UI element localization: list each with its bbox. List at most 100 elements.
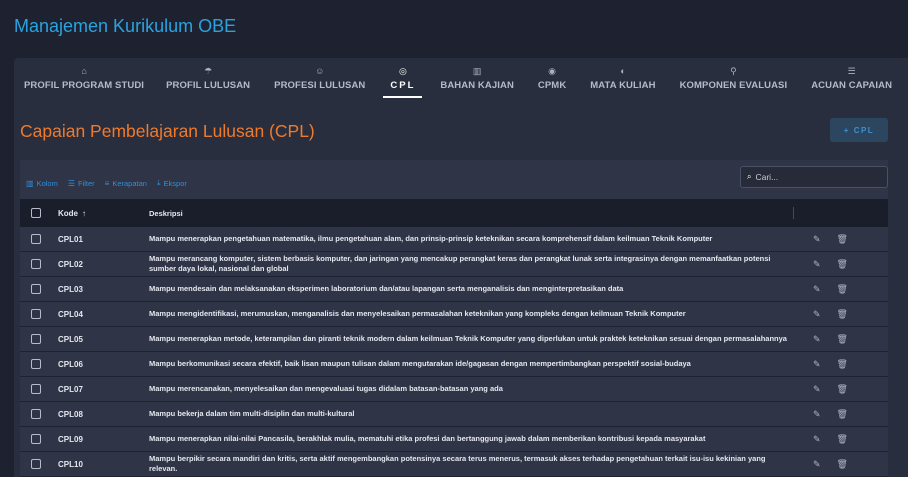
row-checkbox[interactable] — [31, 384, 41, 394]
cell-desc: Mampu menerapkan nilai-nilai Pancasila, … — [149, 434, 706, 443]
edit-icon[interactable]: ✎ — [813, 384, 821, 395]
table-row[interactable]: CPL10 Mampu berpikir secara mandiri dan k… — [20, 452, 888, 477]
row-checkbox[interactable] — [31, 409, 41, 419]
table-row[interactable]: CPL06 Mampu berkomunikasi secara efektif,… — [20, 352, 888, 377]
tab-bahan-kajian[interactable]: ▥ BAHAN KAJIAN — [428, 58, 526, 98]
tab-label: PROFESI LULUSAN — [274, 80, 366, 91]
delete-icon[interactable]: 🗑︎ — [837, 334, 848, 345]
crosshair-icon: ◉ — [548, 66, 557, 76]
edit-icon[interactable]: ✎ — [813, 409, 821, 420]
filter-button[interactable]: ☰ Filter — [68, 179, 95, 188]
edit-icon[interactable]: ✎ — [813, 234, 821, 245]
row-checkbox[interactable] — [31, 309, 41, 319]
row-checkbox[interactable] — [31, 359, 41, 369]
cell-desc: Mampu menerapkan pengetahuan matematika,… — [149, 234, 713, 243]
row-actions: ✎ 🗑︎ — [799, 409, 888, 420]
table-row[interactable]: CPL09 Mampu menerapkan nilai-nilai Pancas… — [20, 427, 888, 452]
tab-profil-lulusan[interactable]: ☂ PROFIL LULUSAN — [154, 58, 262, 98]
delete-icon[interactable]: 🗑︎ — [837, 309, 848, 320]
tab-komponen-evaluasi[interactable]: ⚲ KOMPONEN EVALUASI — [668, 58, 800, 98]
export-label: Ekspor — [163, 178, 187, 188]
delete-icon[interactable]: 🗑︎ — [837, 359, 848, 370]
edit-icon[interactable]: ✎ — [813, 309, 821, 320]
row-actions: ✎ 🗑︎ — [799, 284, 888, 295]
cell-desc: Mampu merencanakan, menyelesaikan dan me… — [149, 384, 503, 393]
cell-desc: Mampu mengidentifikasi, merumuskan, meng… — [149, 309, 686, 318]
tab-mata-kuliah[interactable]: ◐ MATA KULIAH — [578, 58, 667, 98]
row-actions: ✎ 🗑︎ — [799, 359, 888, 370]
search-box[interactable]: ⌕ — [740, 166, 888, 188]
edit-icon[interactable]: ✎ — [813, 334, 821, 345]
delete-icon[interactable]: 🗑︎ — [837, 234, 848, 245]
row-checkbox[interactable] — [31, 334, 41, 344]
edit-icon[interactable]: ✎ — [813, 459, 821, 470]
worker-icon: ☺ — [315, 66, 325, 76]
column-header-code[interactable]: Kode ↑ — [58, 209, 149, 218]
delete-icon[interactable]: 🗑︎ — [837, 259, 848, 270]
table-row[interactable]: CPL02 Mampu merancang komputer, sistem be… — [20, 252, 888, 277]
delete-icon[interactable]: 🗑︎ — [837, 409, 848, 420]
row-checkbox[interactable] — [31, 259, 41, 269]
table-row[interactable]: CPL03 Mampu mendesain dan melaksanakan ek… — [20, 277, 888, 302]
row-checkbox[interactable] — [31, 459, 41, 469]
filter-label: Filter — [78, 178, 95, 188]
library-icon: ▥ — [472, 66, 482, 76]
cell-code: CPL05 — [58, 334, 83, 344]
tab-cpl[interactable]: ◎ CPL — [377, 58, 428, 98]
density-label: Kerapatan — [112, 178, 147, 188]
tab-label: CPMK — [537, 80, 567, 91]
document-search-icon: ☰ — [847, 66, 856, 76]
sort-ascending-icon[interactable]: ↑ — [82, 209, 86, 218]
tab-bar: ⌂ PROFIL PROGRAM STUDI ☂ PROFIL LULUSAN ☺ PRO… — [14, 58, 904, 98]
edit-icon[interactable]: ✎ — [813, 259, 821, 270]
table-row[interactable]: CPL08 Mampu bekerja dalam tim multi-disip… — [20, 402, 888, 427]
table-row[interactable]: CPL07 Mampu merencanakan, menyelesaikan d… — [20, 377, 888, 402]
table-row[interactable]: CPL01 Mampu menerapkan pengetahuan matema… — [20, 227, 888, 252]
cell-code: CPL02 — [58, 259, 83, 269]
cell-code: CPL06 — [58, 359, 83, 369]
download-icon: ⤓ — [156, 178, 161, 187]
column-header-code-label: Kode — [58, 208, 78, 218]
delete-icon[interactable]: 🗑︎ — [837, 384, 848, 395]
add-cpl-button[interactable]: + CPL — [830, 118, 888, 142]
tab-label: PROFIL LULUSAN — [166, 80, 251, 91]
select-all-checkbox[interactable] — [31, 208, 41, 218]
search-input[interactable] — [755, 172, 876, 182]
filter-icon: ☰ — [67, 178, 75, 188]
cell-desc: Mampu mendesain dan melaksanakan eksperi… — [149, 284, 624, 293]
tab-acuan-capaian[interactable]: ☰ ACUAN CAPAIAN — [799, 58, 904, 98]
tab-profesi-lulusan[interactable]: ☺ PROFESI LULUSAN — [262, 58, 377, 98]
row-checkbox[interactable] — [31, 284, 41, 294]
edit-icon[interactable]: ✎ — [813, 359, 821, 370]
tab-label: MATA KULIAH — [590, 80, 656, 91]
table-row[interactable]: CPL05 Mampu menerapkan metode, keterampil… — [20, 327, 888, 352]
delete-icon[interactable]: 🗑︎ — [837, 434, 848, 445]
table-row[interactable]: CPL04 Mampu mengidentifikasi, merumuskan,… — [20, 302, 888, 327]
row-checkbox[interactable] — [31, 434, 41, 444]
cell-code: CPL08 — [58, 409, 83, 419]
row-checkbox[interactable] — [31, 234, 41, 244]
tab-label: PROFIL PROGRAM STUDI — [24, 80, 145, 91]
export-button[interactable]: ⤓ Ekspor — [157, 178, 187, 188]
cell-desc: Mampu berkomunikasi secara efektif, baik… — [149, 359, 691, 368]
graduation-cap-icon: ☂ — [204, 66, 213, 76]
columns-icon: ▥ — [26, 178, 34, 188]
data-grid: ▥ Kolom ☰ Filter ≡ Kerapatan ⤓ Ekspor ⌕ — [20, 160, 888, 477]
delete-icon[interactable]: 🗑︎ — [837, 459, 848, 470]
tab-profil-program-studi[interactable]: ⌂ PROFIL PROGRAM STUDI — [14, 58, 154, 98]
edit-icon[interactable]: ✎ — [813, 434, 821, 445]
delete-icon[interactable]: 🗑︎ — [837, 284, 848, 295]
tab-cpmk[interactable]: ◉ CPMK — [526, 58, 578, 98]
column-header-desc[interactable]: Deskripsi — [149, 209, 799, 218]
columns-label: Kolom — [36, 178, 58, 188]
edit-icon[interactable]: ✎ — [813, 284, 821, 295]
app-title: Manajemen Kurikulum OBE — [14, 16, 237, 36]
columns-button[interactable]: ▥ Kolom — [26, 179, 58, 188]
column-separator[interactable] — [793, 207, 794, 219]
book-icon: ◐ — [620, 66, 626, 76]
hierarchy-icon: ⚲ — [730, 66, 737, 76]
density-button[interactable]: ≡ Kerapatan — [105, 179, 147, 188]
tab-label: ACUAN CAPAIAN — [811, 80, 893, 91]
row-actions: ✎ 🗑︎ — [799, 334, 888, 345]
row-actions: ✎ 🗑︎ — [799, 259, 888, 270]
